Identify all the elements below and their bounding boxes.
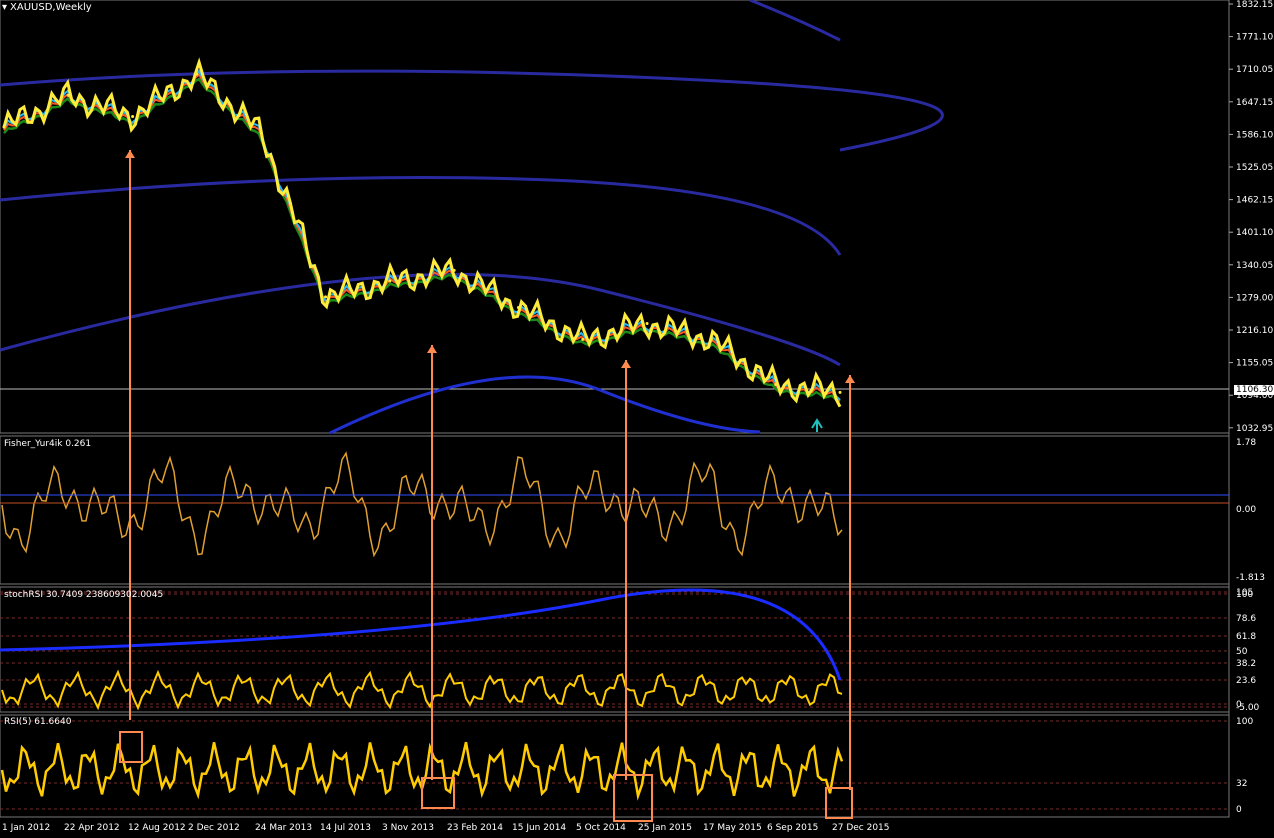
price-tick-label: 1155.05 xyxy=(1236,359,1273,369)
rsi-tick-label: 100 xyxy=(1236,717,1253,727)
price-tick-label: 1032.95 xyxy=(1236,424,1273,434)
x-axis-date-label: 25 Jan 2015 xyxy=(638,823,692,833)
x-axis-date-label: 17 May 2015 xyxy=(703,823,762,833)
stochrsi-label: stochRSI 30.7409 238609302.0045 xyxy=(4,590,164,600)
stochrsi-tick-label: 100 xyxy=(1236,590,1253,600)
stochrsi-tick-label: 61.8 xyxy=(1236,632,1256,642)
fisher-tick-label: 1.78 xyxy=(1236,438,1256,448)
x-axis-date-label: 14 Jul 2013 xyxy=(320,823,371,833)
x-axis-date-label: 1 Jan 2012 xyxy=(2,823,50,833)
panel-frame xyxy=(0,435,1230,585)
x-axis-date-label: 24 Mar 2013 xyxy=(255,823,312,833)
price-point xyxy=(645,321,649,325)
arrow-head-icon xyxy=(125,150,135,158)
price-tick-label: 1340.05 xyxy=(1236,261,1273,271)
price-point xyxy=(581,337,585,341)
price-tick-label: 1279.00 xyxy=(1236,293,1273,303)
price-point xyxy=(2,125,6,129)
price-tick-label: 1462.15 xyxy=(1236,196,1273,206)
envelope-band xyxy=(0,176,842,256)
chart-window: 1832.15 1771.10 1710.05 1647.15 1586.10 1525.… xyxy=(0,0,1274,838)
price-point xyxy=(195,72,199,76)
price-point xyxy=(452,268,456,272)
x-axis-date-label: 5 Oct 2014 xyxy=(576,823,626,833)
chart-canvas[interactable]: 1832.15 1771.10 1710.05 1647.15 1586.10 1525.… xyxy=(0,0,1274,838)
stochrsi-tick-label: -5.00 xyxy=(1236,703,1260,713)
window-title: XAUUSD,Weekly xyxy=(10,2,92,13)
envelope-band xyxy=(329,375,761,435)
price-point xyxy=(259,130,263,134)
title-bar: ▾ XAUUSD,Weekly xyxy=(2,2,92,13)
envelope-band xyxy=(749,0,841,42)
stochrsi-tick-label: 38.2 xyxy=(1236,659,1256,669)
signal-box xyxy=(613,774,653,822)
price-tick-label: 1525.05 xyxy=(1236,163,1273,173)
fisher-label: Fisher_Yur4ik 0.261 xyxy=(4,439,92,449)
current-price-tag: 1106.30 xyxy=(1234,385,1274,395)
price-point xyxy=(66,93,70,97)
x-axis-date-label: 2 Dec 2012 xyxy=(188,823,240,833)
price-tick-label: 1401.10 xyxy=(1236,228,1273,238)
stochrsi-tick-label: 78.6 xyxy=(1236,614,1256,624)
x-axis-date-label: 3 Nov 2013 xyxy=(382,823,434,833)
envelope-band xyxy=(0,272,841,367)
arrow-head-icon xyxy=(845,375,855,383)
price-tick-label: 1710.05 xyxy=(1236,65,1273,75)
price-tick-label: 1216.10 xyxy=(1236,326,1273,336)
price-point xyxy=(131,115,135,119)
stochrsi-tick-label: 23.6 xyxy=(1236,676,1256,686)
teal-arrow-icon xyxy=(811,418,823,432)
price-point xyxy=(709,337,713,341)
price-point xyxy=(324,295,328,299)
price-point xyxy=(516,306,520,310)
rsi-tick-label: 32 xyxy=(1236,779,1247,789)
x-axis-date-label: 15 Jun 2014 xyxy=(512,823,566,833)
price-point xyxy=(774,382,778,386)
price-tick-label: 1647.15 xyxy=(1236,98,1273,108)
fisher-line xyxy=(1,451,843,558)
x-axis-date-label: 23 Feb 2014 xyxy=(447,823,503,833)
rsi-tick-label: 0 xyxy=(1236,805,1242,815)
fisher-tick-label: -1.813 xyxy=(1236,573,1265,583)
fisher-tick-label: 0.00 xyxy=(1236,505,1256,515)
stochrsi-trend xyxy=(0,588,842,681)
price-tick-label: 1832.15 xyxy=(1236,0,1273,10)
arrow-head-icon xyxy=(621,360,631,368)
stochrsi-tick-label: 50 xyxy=(1236,647,1248,657)
arrow-head-icon xyxy=(427,345,437,353)
price-tick-label: 1771.10 xyxy=(1236,33,1273,43)
rsi-label: RSI(5) 61.6640 xyxy=(4,717,72,727)
panel-frame xyxy=(0,586,1230,713)
x-axis-date-label: 12 Aug 2012 xyxy=(128,823,186,833)
x-axis-date-label: 27 Dec 2015 xyxy=(832,823,890,833)
x-axis-date-label: 6 Sep 2015 xyxy=(767,823,818,833)
panel-frame xyxy=(0,0,1230,434)
x-axis-date-label: 22 Apr 2012 xyxy=(64,823,120,833)
stochrsi-line xyxy=(1,669,843,711)
price-point xyxy=(388,279,392,283)
dropdown-triangle-icon[interactable]: ▾ xyxy=(2,2,7,13)
price-point xyxy=(838,390,842,394)
price-tick-label: 1586.10 xyxy=(1236,130,1273,140)
